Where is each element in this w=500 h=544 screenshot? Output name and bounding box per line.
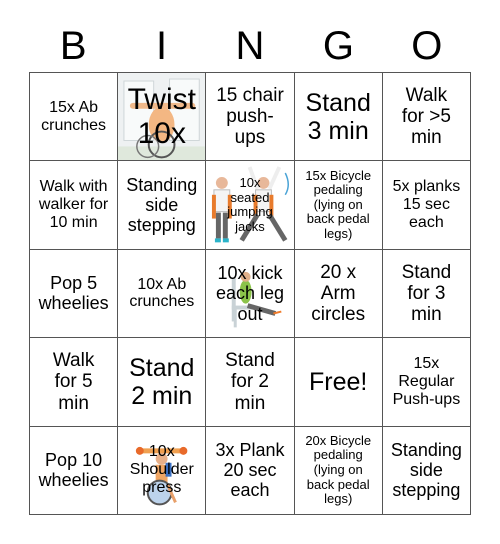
bingo-cell[interactable]: 20 x Arm circles [294, 249, 383, 339]
bingo-cell-text: Stand for 2 min [225, 349, 275, 414]
bingo-cell[interactable]: 20x Bicycle pedaling (lying on back peda… [294, 426, 383, 515]
bingo-cell[interactable]: 3x Plank 20 sec each [206, 426, 295, 515]
bingo-cell-text: 20x Bicycle pedaling (lying on back peda… [305, 432, 372, 507]
bingo-grid: 15x Ab crunches Twist 10x 15 chair push- u… [29, 72, 471, 515]
bingo-cell-text: 15 chair push- ups [216, 84, 284, 149]
bingo-cell-text: Free! [309, 367, 368, 396]
bingo-cell-text: Walk with walker for 10 min [38, 178, 109, 232]
bingo-cell[interactable]: Stand for 3 min [382, 249, 471, 339]
header-letter-g: G [322, 24, 354, 68]
bingo-cell-text: Standing side stepping [390, 440, 462, 501]
bingo-cell[interactable]: Stand 3 min [294, 73, 383, 162]
bingo-cell[interactable]: 10x kick each leg out [206, 249, 295, 339]
bingo-cell-text: 10x seated jumping jacks [227, 175, 273, 234]
bingo-cell-text: 10x Shoulder press [129, 443, 194, 497]
bingo-cell[interactable]: Pop 10 wheelies [30, 426, 119, 515]
bingo-cell-text: 20 x Arm circles [311, 261, 366, 326]
header-letter-n: N [235, 24, 265, 68]
bingo-cell-text: Walk for 5 min [52, 349, 95, 414]
bingo-cell-text: 15x Ab crunches [41, 98, 107, 134]
bingo-cell[interactable]: Free! [294, 338, 383, 427]
bingo-cell[interactable]: Stand 2 min [118, 338, 207, 427]
header-letter-b: B [59, 24, 87, 68]
header-letter-o: O [411, 24, 443, 68]
bingo-cell[interactable]: Stand for 2 min [206, 338, 295, 427]
bingo-cell[interactable]: Walk for 5 min [30, 338, 119, 427]
bingo-cell-text: Pop 10 wheelies [38, 450, 109, 491]
bingo-cell[interactable]: 5x planks 15 sec each [382, 161, 471, 250]
bingo-cell-text: 10x Ab crunches [129, 275, 195, 311]
bingo-cell[interactable]: 15x Regular Push-ups [382, 338, 471, 427]
bingo-cell[interactable]: 15x Ab crunches [30, 73, 119, 162]
bingo-header: B I N G O [29, 20, 471, 72]
bingo-cell[interactable]: Standing side stepping [382, 426, 471, 515]
bingo-cell[interactable]: 15 chair push- ups [206, 73, 295, 162]
bingo-cell[interactable]: Standing side stepping [118, 161, 207, 250]
header-letter-i: I [156, 24, 168, 68]
bingo-cell[interactable]: 10x Ab crunches [118, 249, 207, 339]
bingo-cell-text: Stand for 3 min [401, 261, 452, 326]
bingo-cell-text: Stand 2 min [129, 353, 195, 410]
bingo-cell-text: 15x Bicycle pedaling (lying on back peda… [305, 167, 372, 241]
bingo-cell[interactable]: Walk with walker for 10 min [30, 161, 119, 250]
bingo-cell[interactable]: Pop 5 wheelies [30, 249, 119, 339]
bingo-cell[interactable]: Walk for >5 min [382, 73, 471, 162]
bingo-cell-text: 15x Regular Push-ups [392, 355, 461, 408]
bingo-cell[interactable]: 10x seated jumping jacks [206, 161, 295, 250]
bingo-cell-text: 3x Plank 20 sec each [215, 440, 285, 501]
bingo-cell-text: Stand 3 min [305, 88, 371, 145]
bingo-cell-text: 5x planks 15 sec each [392, 178, 461, 232]
bingo-cell[interactable]: 10x Shoulder press [118, 426, 207, 515]
bingo-cell-text: Pop 5 wheelies [38, 273, 109, 314]
bingo-cell-text: Walk for >5 min [401, 84, 451, 149]
bingo-cell-text: 10x kick each leg out [215, 263, 285, 324]
bingo-cell[interactable]: Twist 10x [118, 73, 207, 162]
bingo-cell-text: Standing side stepping [126, 174, 198, 236]
bingo-cell-text: Twist 10x [127, 83, 196, 150]
bingo-cell[interactable]: 15x Bicycle pedaling (lying on back peda… [294, 161, 383, 250]
